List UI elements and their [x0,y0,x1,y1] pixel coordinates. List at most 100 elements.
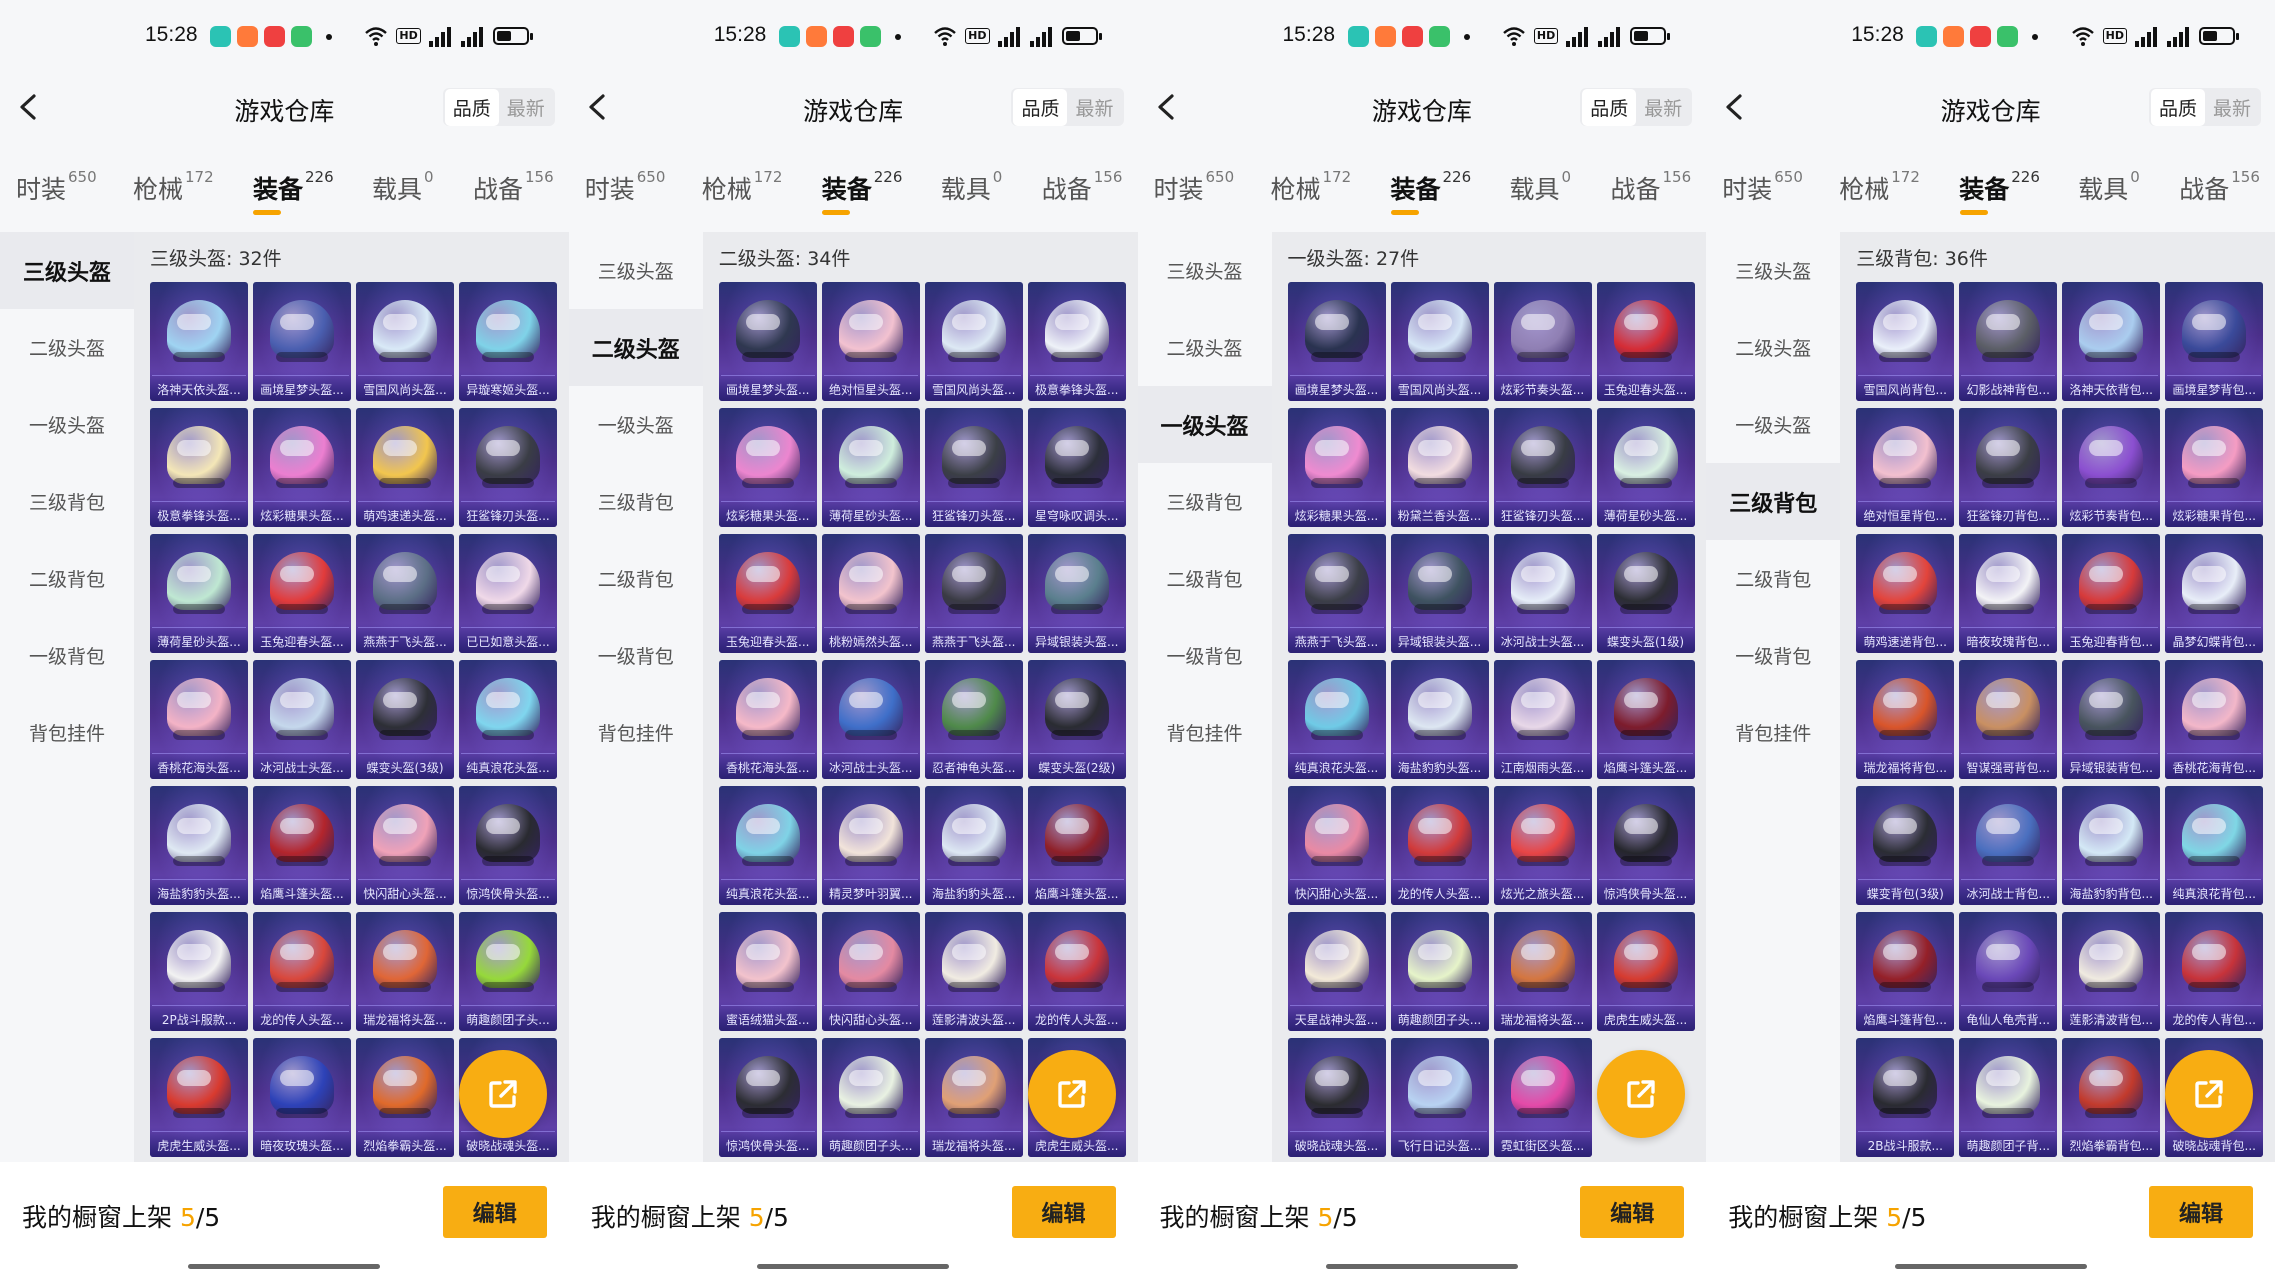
item-card[interactable]: 画境星梦头盔... [1287,282,1386,401]
item-card[interactable]: 萌趣颜团子头... [821,1038,920,1157]
sort-by-quality[interactable]: 品质 [2150,88,2205,126]
item-card[interactable]: 焰鹰斗篷背包... [1856,912,1955,1031]
item-card[interactable]: 绝对恒星背包... [1856,408,1955,527]
item-card[interactable]: 狂鲨锋刃头盔... [1493,408,1592,527]
item-card[interactable]: 焰鹰斗篷头盔... [1596,660,1695,779]
item-card[interactable]: 异域银装背包... [2062,660,2161,779]
item-card[interactable]: 焰鹰斗篷头盔... [1027,786,1126,905]
item-card[interactable]: 烈焰拳霸背包... [2062,1038,2161,1157]
sidebar-item[interactable]: 二级头盔 [0,309,134,386]
sidebar-item[interactable]: 三级背包 [0,463,134,540]
sidebar-item[interactable]: 二级背包 [569,540,703,617]
sidebar-item[interactable]: 背包挂件 [569,694,703,771]
tab-supplies[interactable]: 战备 156 [1042,168,1123,206]
item-card[interactable]: 龙的传人头盔... [1027,912,1126,1031]
item-card[interactable]: 蝶变头盔(1级) [1596,534,1695,653]
item-card[interactable]: 蝶变头盔(3级) [356,660,454,779]
tab-vehicles[interactable]: 载具 0 [2078,168,2140,206]
item-card[interactable]: 狂鲨锋刃背包... [1959,408,2058,527]
item-card[interactable]: 炫光之旅头盔... [1493,786,1592,905]
item-card[interactable]: 霓虹街区头盔... [1493,1038,1592,1157]
item-card[interactable]: 萌趣颜团子头... [1390,912,1489,1031]
tab-guns[interactable]: 枪械 172 [1271,168,1352,206]
item-card[interactable]: 莲影清波头盔... [924,912,1023,1031]
item-card[interactable]: 炫彩糖果头盔... [718,408,817,527]
item-card[interactable]: 萌鸡速递头盔... [356,408,454,527]
item-card[interactable]: 燕燕于飞头盔... [1287,534,1386,653]
tab-guns[interactable]: 枪械 172 [702,168,783,206]
sidebar-item[interactable]: 三级背包 [569,463,703,540]
item-card[interactable]: 纯真浪花头盔... [459,660,557,779]
item-card[interactable]: 薄荷星砂头盔... [150,534,248,653]
sort-toggle[interactable]: 品质 最新 [1580,88,1693,126]
item-card[interactable]: 炫彩节奏头盔... [1493,282,1592,401]
item-card[interactable]: 龙的传人头盔... [1390,786,1489,905]
tab-guns[interactable]: 枪械 172 [1839,168,1920,206]
item-card[interactable]: 晶梦幻蝶背包... [2165,534,2264,653]
item-card[interactable]: 异域银装头盔... [1390,534,1489,653]
edit-button[interactable]: 编辑 [2149,1186,2253,1238]
share-button[interactable] [1596,1050,1685,1138]
item-card[interactable]: 萌鸡速递背包... [1856,534,1955,653]
item-card[interactable]: 破晓战魂头盔... [1287,1038,1386,1157]
item-card[interactable]: 洛神天依头盔... [150,282,248,401]
item-card[interactable]: 快闪甜心头盔... [821,912,920,1031]
item-card[interactable]: 极意拳锋头盔... [1027,282,1126,401]
sidebar-item[interactable]: 三级头盔 [569,232,703,309]
sidebar-item[interactable]: 三级头盔 [0,232,134,309]
item-card[interactable]: 雪国风尚背包... [1856,282,1955,401]
item-card[interactable]: 冰河战士头盔... [821,660,920,779]
tab-vehicles[interactable]: 载具 0 [372,168,434,206]
item-card[interactable]: 暗夜玫瑰背包... [1959,534,2058,653]
item-card[interactable]: 画境星梦背包... [2165,282,2264,401]
item-card[interactable]: 冰河战士背包... [1959,786,2058,905]
sort-by-quality[interactable]: 品质 [444,88,499,126]
item-card[interactable]: 瑞龙福将头盔... [924,1038,1023,1157]
item-card[interactable]: 粉黛兰香头盔... [1390,408,1489,527]
sidebar-item[interactable]: 背包挂件 [0,694,134,771]
tab-guns[interactable]: 枪械 172 [133,168,214,206]
sort-by-quality[interactable]: 品质 [1013,88,1068,126]
item-card[interactable]: 星穹咏叹调头... [1027,408,1126,527]
item-card[interactable]: 快闪甜心头盔... [356,786,454,905]
item-card[interactable]: 暗夜玫瑰头盔... [253,1038,351,1157]
item-card[interactable]: 已已如意头盔... [459,534,557,653]
sidebar-item[interactable]: 背包挂件 [1138,694,1272,771]
sidebar-item[interactable]: 一级头盔 [569,386,703,463]
item-card[interactable]: 纯真浪花头盔... [718,786,817,905]
item-card[interactable]: 2P战斗服款... [150,912,248,1031]
item-card[interactable]: 画境星梦头盔... [253,282,351,401]
item-card[interactable]: 海盐豹豹头盔... [1390,660,1489,779]
item-card[interactable]: 快闪甜心头盔... [1287,786,1386,905]
item-card[interactable]: 惊鸿侠骨头盔... [718,1038,817,1157]
sidebar-item[interactable]: 一级背包 [1706,617,1840,694]
tab-vehicles[interactable]: 载具 0 [1510,168,1572,206]
item-card[interactable]: 雪国风尚头盔... [1390,282,1489,401]
sort-by-latest[interactable]: 最新 [499,89,553,126]
share-button[interactable] [1027,1050,1116,1138]
tab-vehicles[interactable]: 载具 0 [941,168,1003,206]
sort-by-latest[interactable]: 最新 [1067,89,1121,126]
sidebar-item[interactable]: 背包挂件 [1706,694,1840,771]
item-card[interactable]: 蝶变背包(3级) [1856,786,1955,905]
sidebar-item[interactable]: 一级头盔 [0,386,134,463]
sidebar-item[interactable]: 二级背包 [1138,540,1272,617]
sidebar-item[interactable]: 一级背包 [569,617,703,694]
item-card[interactable]: 烈焰拳霸头盔... [356,1038,454,1157]
sort-toggle[interactable]: 品质 最新 [2148,88,2261,126]
item-card[interactable]: 蜜语绒猫头盔... [718,912,817,1031]
sort-by-quality[interactable]: 品质 [1582,88,1637,126]
item-card[interactable]: 狂鲨锋刃头盔... [459,408,557,527]
sidebar-item[interactable]: 二级头盔 [1706,309,1840,386]
sidebar-item[interactable]: 三级背包 [1706,463,1841,540]
item-card[interactable]: 冰河战士头盔... [253,660,351,779]
item-card[interactable]: 惊鸿侠骨头盔... [1596,786,1695,905]
tab-equipment[interactable]: 装备 226 [253,168,334,215]
item-card[interactable]: 炫彩糖果背包... [2165,408,2264,527]
item-card[interactable]: 薄荷星砂头盔... [1596,408,1695,527]
item-card[interactable]: 纯真浪花背包... [2165,786,2264,905]
sidebar-item[interactable]: 三级头盔 [1706,232,1840,309]
item-card[interactable]: 香桃花海背包... [2165,660,2264,779]
item-card[interactable]: 洛神天依背包... [2062,282,2161,401]
tab-supplies[interactable]: 战备 156 [2179,168,2260,206]
